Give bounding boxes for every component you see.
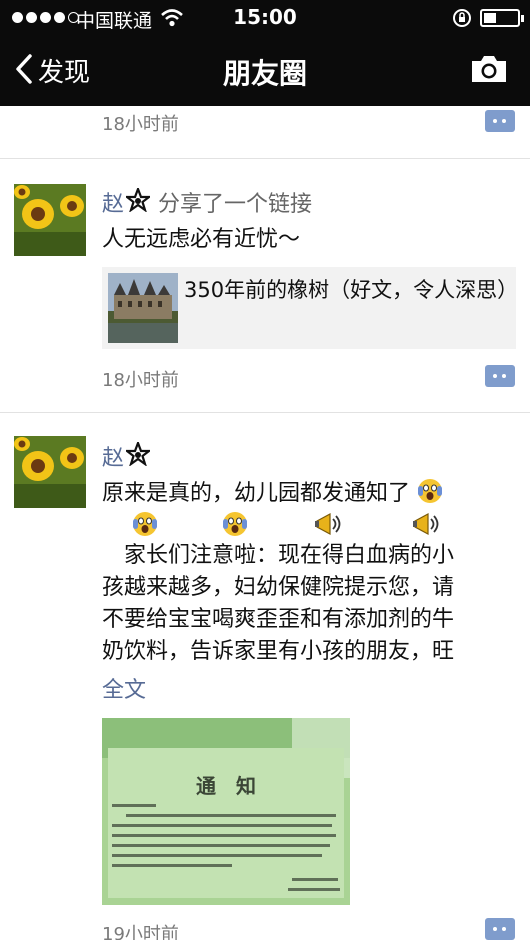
divider <box>0 158 530 159</box>
shared-link-card[interactable]: 350年前的橡树（好文，令人深思） <box>102 267 519 349</box>
avatar[interactable] <box>14 436 86 508</box>
image-heading: 通 知 <box>196 774 256 798</box>
star-badge-icon <box>123 185 153 216</box>
post-header: 赵 分享了一个链接 <box>102 185 313 218</box>
divider <box>0 412 530 413</box>
comment-icon[interactable] <box>485 918 515 940</box>
link-title: 350年前的橡树（好文，令人深思） <box>184 278 519 302</box>
post-image[interactable]: 通 知 <box>102 718 350 905</box>
share-action-text: 分享了一个链接 <box>158 192 313 217</box>
scream-emoji-icon <box>417 478 443 504</box>
full-text-link[interactable]: 全文 <box>102 672 146 704</box>
post-time: 18小时前 <box>102 114 179 135</box>
battery-icon <box>480 9 524 27</box>
nav-bar: 发现 朋友圈 <box>0 38 530 106</box>
megaphone-emoji-icon <box>314 511 341 537</box>
status-time: 15:00 <box>233 5 297 29</box>
scream-emoji-icon <box>222 511 248 537</box>
post-time: 18小时前 <box>102 370 179 391</box>
link-thumbnail <box>108 273 178 343</box>
post-text: 人无远虑必有近忧～ <box>102 227 301 252</box>
page-title: 朋友圈 <box>222 57 307 90</box>
avatar[interactable] <box>14 184 86 256</box>
status-bar: 中国联通 15:00 <box>0 0 530 36</box>
author-name[interactable]: 赵 <box>102 186 124 218</box>
moments-feed[interactable]: 18小时前 赵 分享了一个链接 人无远虑必有近忧～ 350年前的橡树（好文，令人… <box>0 106 530 940</box>
post-text-line: 原来是真的，幼儿园都发通知了 <box>102 478 443 510</box>
post-time: 19小时前 <box>102 924 179 940</box>
scream-emoji-icon <box>132 511 158 537</box>
comment-icon[interactable] <box>485 365 515 387</box>
star-badge-icon <box>123 439 153 470</box>
megaphone-emoji-icon <box>412 511 439 537</box>
comment-icon[interactable] <box>485 110 515 132</box>
camera-icon[interactable] <box>470 54 508 88</box>
post-text-line: 奶饮料，告诉家里有小孩的朋友，旺 <box>102 639 455 664</box>
post-text-line: 不要给宝宝喝爽歪歪和有添加剂的牛 <box>102 607 455 632</box>
top-bar: 中国联通 15:00 发现 朋友圈 <box>0 0 530 106</box>
post-text-line: 孩越来越多，妇幼保健院提示您，请 <box>102 575 455 600</box>
lock-rotation-icon <box>452 8 472 32</box>
post-text-line: 家长们注意啦：现在得白血病的小 <box>102 543 455 568</box>
post-text-segment: 原来是真的，幼儿园都发通知了 <box>102 481 411 506</box>
author-name[interactable]: 赵 <box>102 440 124 472</box>
post-header: 赵 <box>102 439 158 472</box>
